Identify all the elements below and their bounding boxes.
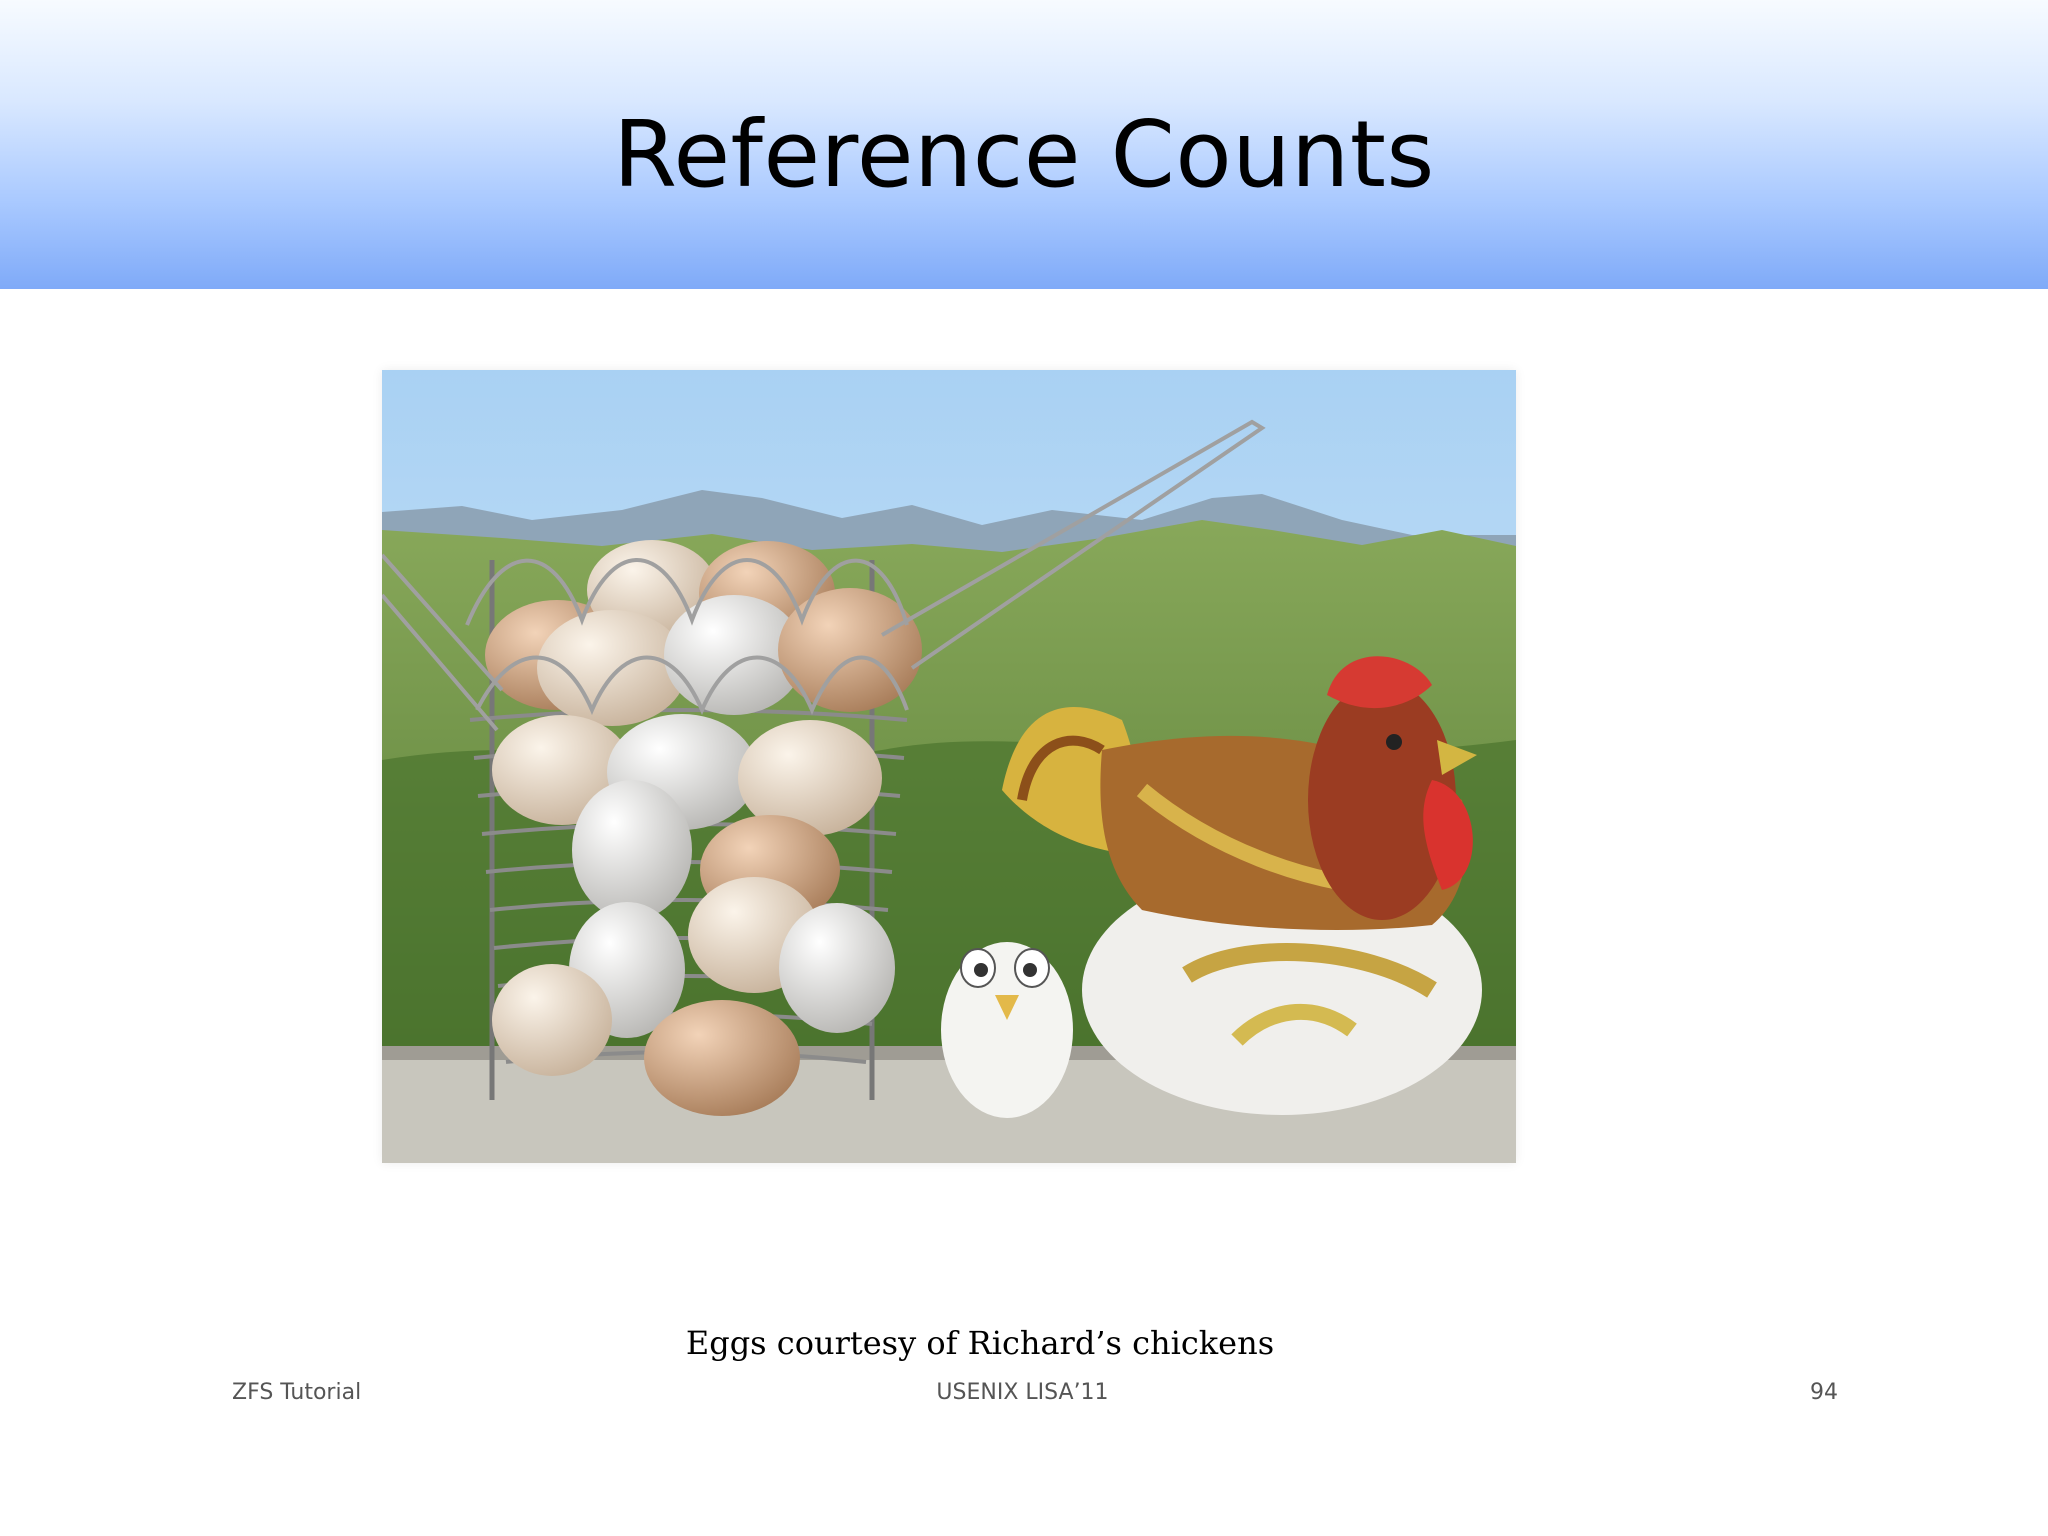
slide: Reference Counts Eggs courtesy of Richar… bbox=[0, 0, 2048, 1536]
photo-caption: Eggs courtesy of Richard’s chickens bbox=[685, 1324, 1275, 1362]
slide-title: Reference Counts bbox=[613, 101, 1435, 208]
photo-eggs-and-chickens bbox=[382, 370, 1516, 1163]
slide-number: 94 bbox=[1810, 1380, 1838, 1405]
footer-event-name: USENIX LISA’11 bbox=[936, 1380, 1109, 1405]
photo-illustration bbox=[382, 370, 1516, 1163]
small-owl-figurine bbox=[941, 942, 1073, 1118]
